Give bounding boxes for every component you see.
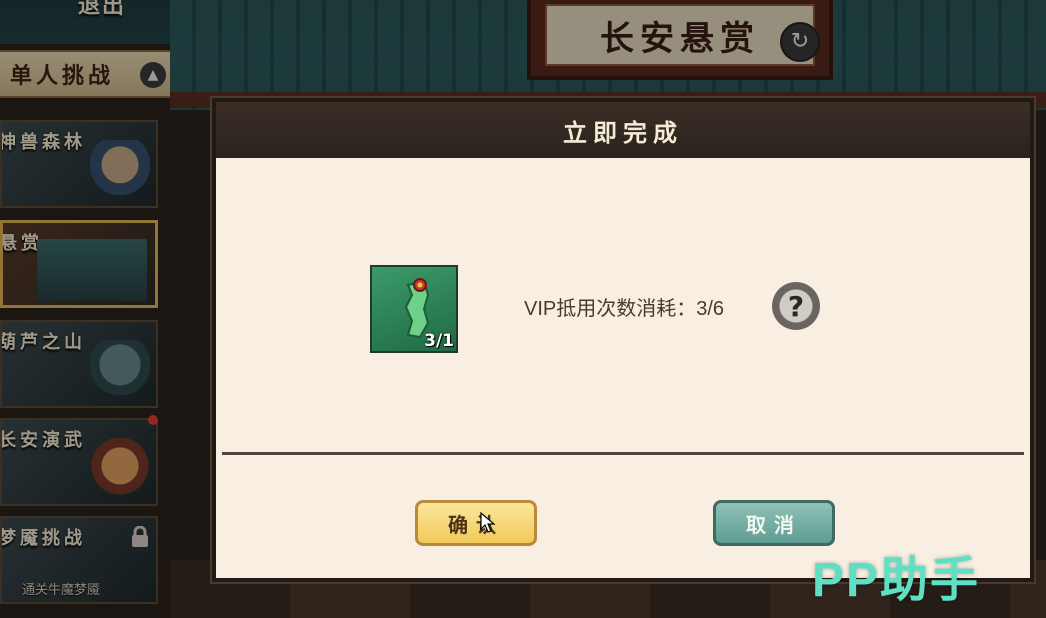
help-glyph: ?	[787, 289, 805, 323]
watermark-logo: PP助手	[812, 554, 981, 607]
help-icon[interactable]: ?	[772, 282, 820, 330]
mouse-cursor-icon	[480, 512, 496, 533]
instant-complete-dialog: 立即完成 3/1 VIP抵用次数消耗：3/6 ? 确认 取消	[212, 98, 1034, 582]
dialog-title: 立即完成	[563, 117, 683, 147]
item-slot[interactable]: 3/1	[370, 265, 458, 353]
item-count: 3/1	[424, 331, 454, 351]
vip-usage-text: VIP抵用次数消耗：3/6	[524, 298, 725, 320]
divider	[222, 452, 1024, 455]
dialog-header: 立即完成	[216, 102, 1030, 158]
confirm-button[interactable]: 确认	[415, 500, 537, 546]
